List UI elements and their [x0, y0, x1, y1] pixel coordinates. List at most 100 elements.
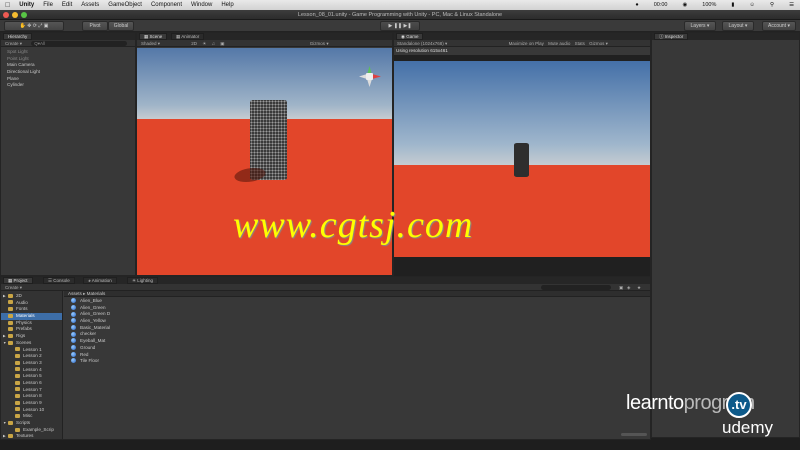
hierarchy-search-input[interactable]: Q▾All	[31, 41, 128, 47]
asset-item[interactable]: Alien_Green D	[71, 311, 191, 318]
zoom-window-button[interactable]	[21, 12, 27, 18]
layers-dropdown[interactable]: Layers ▾	[684, 21, 716, 31]
folder-tree-item[interactable]: Lesson 3	[1, 360, 62, 367]
menu-gameobject[interactable]: GameObject	[108, 2, 142, 8]
filter-label-icon[interactable]: ◈	[627, 284, 630, 291]
tab-animation[interactable]: ◕ Animation	[83, 277, 117, 284]
game-gizmos-dropdown[interactable]: Gizmos	[589, 41, 604, 46]
folder-tree-item[interactable]: Example_Scrip	[1, 427, 62, 434]
asset-item[interactable]: Eyeball_Mat	[71, 338, 191, 345]
folder-tree-item[interactable]: Prefabs	[1, 326, 62, 333]
hierarchy-item[interactable]: Main Camera	[7, 62, 127, 69]
scale-tool-icon[interactable]: ⤢	[38, 23, 42, 29]
menu-file[interactable]: File	[43, 2, 53, 8]
move-tool-icon[interactable]: ✥	[27, 23, 31, 29]
favorites-icon[interactable]: ★	[637, 284, 641, 291]
clock[interactable]: 00:00	[654, 2, 668, 8]
display-dropdown[interactable]: Standalone (1024x768)	[397, 41, 444, 46]
folder-tree-item[interactable]: ▶ Textures	[1, 433, 62, 439]
tab-console[interactable]: ☰ Console	[43, 277, 75, 284]
asset-item[interactable]: Red	[71, 352, 191, 359]
scene-gizmos-dropdown[interactable]: Gizmos	[310, 41, 325, 46]
close-window-button[interactable]	[3, 12, 9, 18]
folder-tree-item[interactable]: Lesson 10	[1, 407, 62, 414]
audio-toggle-icon[interactable]: ♫	[212, 41, 215, 46]
folder-tree-item[interactable]: Lesson 5	[1, 373, 62, 380]
2d-toggle-icon[interactable]: 2D	[191, 41, 197, 46]
hierarchy-item[interactable]: Cylinder	[7, 82, 127, 89]
tab-scene[interactable]: ▦ Scene	[139, 33, 168, 40]
project-create-button[interactable]: Create	[5, 285, 19, 290]
tab-hierarchy[interactable]: Hierarchy	[3, 33, 33, 40]
asset-item[interactable]: checker	[71, 331, 191, 338]
icon-size-slider[interactable]	[621, 433, 647, 436]
search-icon[interactable]: ⚲	[770, 2, 774, 8]
effects-toggle-icon[interactable]: ▣	[220, 41, 224, 46]
shading-dropdown[interactable]: Shaded	[141, 41, 157, 46]
folder-tree-item[interactable]: Lesson 7	[1, 387, 62, 394]
rotate-tool-icon[interactable]: ⟳	[33, 23, 37, 29]
folder-tree-item[interactable]: ▶ 2D	[1, 293, 62, 300]
wifi-icon[interactable]: ◉	[682, 2, 687, 8]
hierarchy-item[interactable]: Spot Light	[7, 49, 127, 56]
tab-lighting[interactable]: ☀ Lighting	[127, 277, 159, 284]
menu-assets[interactable]: Assets	[81, 2, 99, 8]
rect-tool-icon[interactable]: ▣	[44, 23, 49, 29]
play-icon[interactable]: ▶	[388, 23, 392, 29]
tab-inspector[interactable]: ⓘ Inspector	[654, 33, 689, 40]
asset-item[interactable]: Tile Floor	[71, 358, 191, 365]
asset-item[interactable]: Alien_Green	[71, 305, 191, 312]
hierarchy-item[interactable]: Plane	[7, 76, 127, 83]
folder-tree-item[interactable]: Lesson 4	[1, 367, 62, 374]
hand-tool-icon[interactable]: ✋	[20, 23, 26, 29]
game-viewport[interactable]	[394, 55, 650, 287]
folder-tree-item[interactable]: ▼ Scenes	[1, 340, 62, 347]
mute-audio-toggle[interactable]: Mute audio	[548, 41, 570, 46]
hierarchy-item[interactable]: Directional Light	[7, 69, 127, 76]
folder-tree-item[interactable]: Lesson 6	[1, 380, 62, 387]
filter-type-icon[interactable]: ▣	[619, 284, 623, 291]
maximize-on-play-toggle[interactable]: Maximize on Play	[509, 41, 544, 46]
menu-help[interactable]: Help	[221, 2, 233, 8]
hierarchy-item[interactable]: Point Light	[7, 56, 127, 63]
record-icon[interactable]: ●	[635, 2, 638, 8]
battery-level[interactable]: 100%	[702, 2, 716, 8]
folder-tree-item[interactable]: Lesson 1	[1, 347, 62, 354]
breadcrumb-materials[interactable]: Materials	[87, 291, 106, 296]
list-icon[interactable]: ☰	[789, 2, 794, 8]
scene-orientation-gizmo[interactable]	[359, 66, 381, 88]
layout-dropdown[interactable]: Layout ▾	[722, 21, 754, 31]
asset-item[interactable]: Alien_Blue	[71, 298, 191, 305]
menu-component[interactable]: Component	[151, 2, 182, 8]
asset-item[interactable]: Ground	[71, 345, 191, 352]
app-menu[interactable]: Unity	[19, 2, 34, 8]
battery-icon[interactable]: ▮	[731, 2, 734, 8]
menu-edit[interactable]: Edit	[62, 2, 72, 8]
folder-tree-item[interactable]: Audio	[1, 300, 62, 307]
folder-tree-item[interactable]: Materials	[1, 313, 62, 320]
hierarchy-create-button[interactable]: Create	[5, 41, 19, 46]
menu-window[interactable]: Window	[191, 2, 212, 8]
user-icon[interactable]: ☺	[749, 2, 755, 8]
asset-item[interactable]: Basic_Material	[71, 325, 191, 332]
tab-project[interactable]: ▦ Project	[3, 277, 33, 284]
pivot-toggle[interactable]: Pivot	[82, 21, 108, 31]
folder-tree-item[interactable]: Lesson 8	[1, 393, 62, 400]
light-toggle-icon[interactable]: ☀	[202, 41, 206, 46]
folder-tree-item[interactable]: Lesson 9	[1, 400, 62, 407]
folder-tree-item[interactable]: Fonts	[1, 306, 62, 313]
tab-game[interactable]: ◉ Game	[396, 33, 424, 40]
global-toggle[interactable]: Global	[108, 21, 134, 31]
step-icon[interactable]: ▶❚	[403, 23, 411, 29]
apple-icon[interactable]: 	[5, 2, 10, 9]
project-search-input[interactable]	[541, 285, 611, 290]
stats-toggle[interactable]: Stats	[575, 41, 585, 46]
folder-tree-item[interactable]: ▼ Scripts	[1, 420, 62, 427]
minimize-window-button[interactable]	[12, 12, 18, 18]
folder-tree-item[interactable]: Lesson 2	[1, 353, 62, 360]
tab-animator[interactable]: ▦ Animator	[171, 33, 205, 40]
breadcrumb-assets[interactable]: Assets	[68, 291, 82, 296]
account-dropdown[interactable]: Account ▾	[762, 21, 796, 31]
pause-icon[interactable]: ❚❚	[394, 23, 402, 29]
asset-item[interactable]: Alien_Yellow	[71, 318, 191, 325]
